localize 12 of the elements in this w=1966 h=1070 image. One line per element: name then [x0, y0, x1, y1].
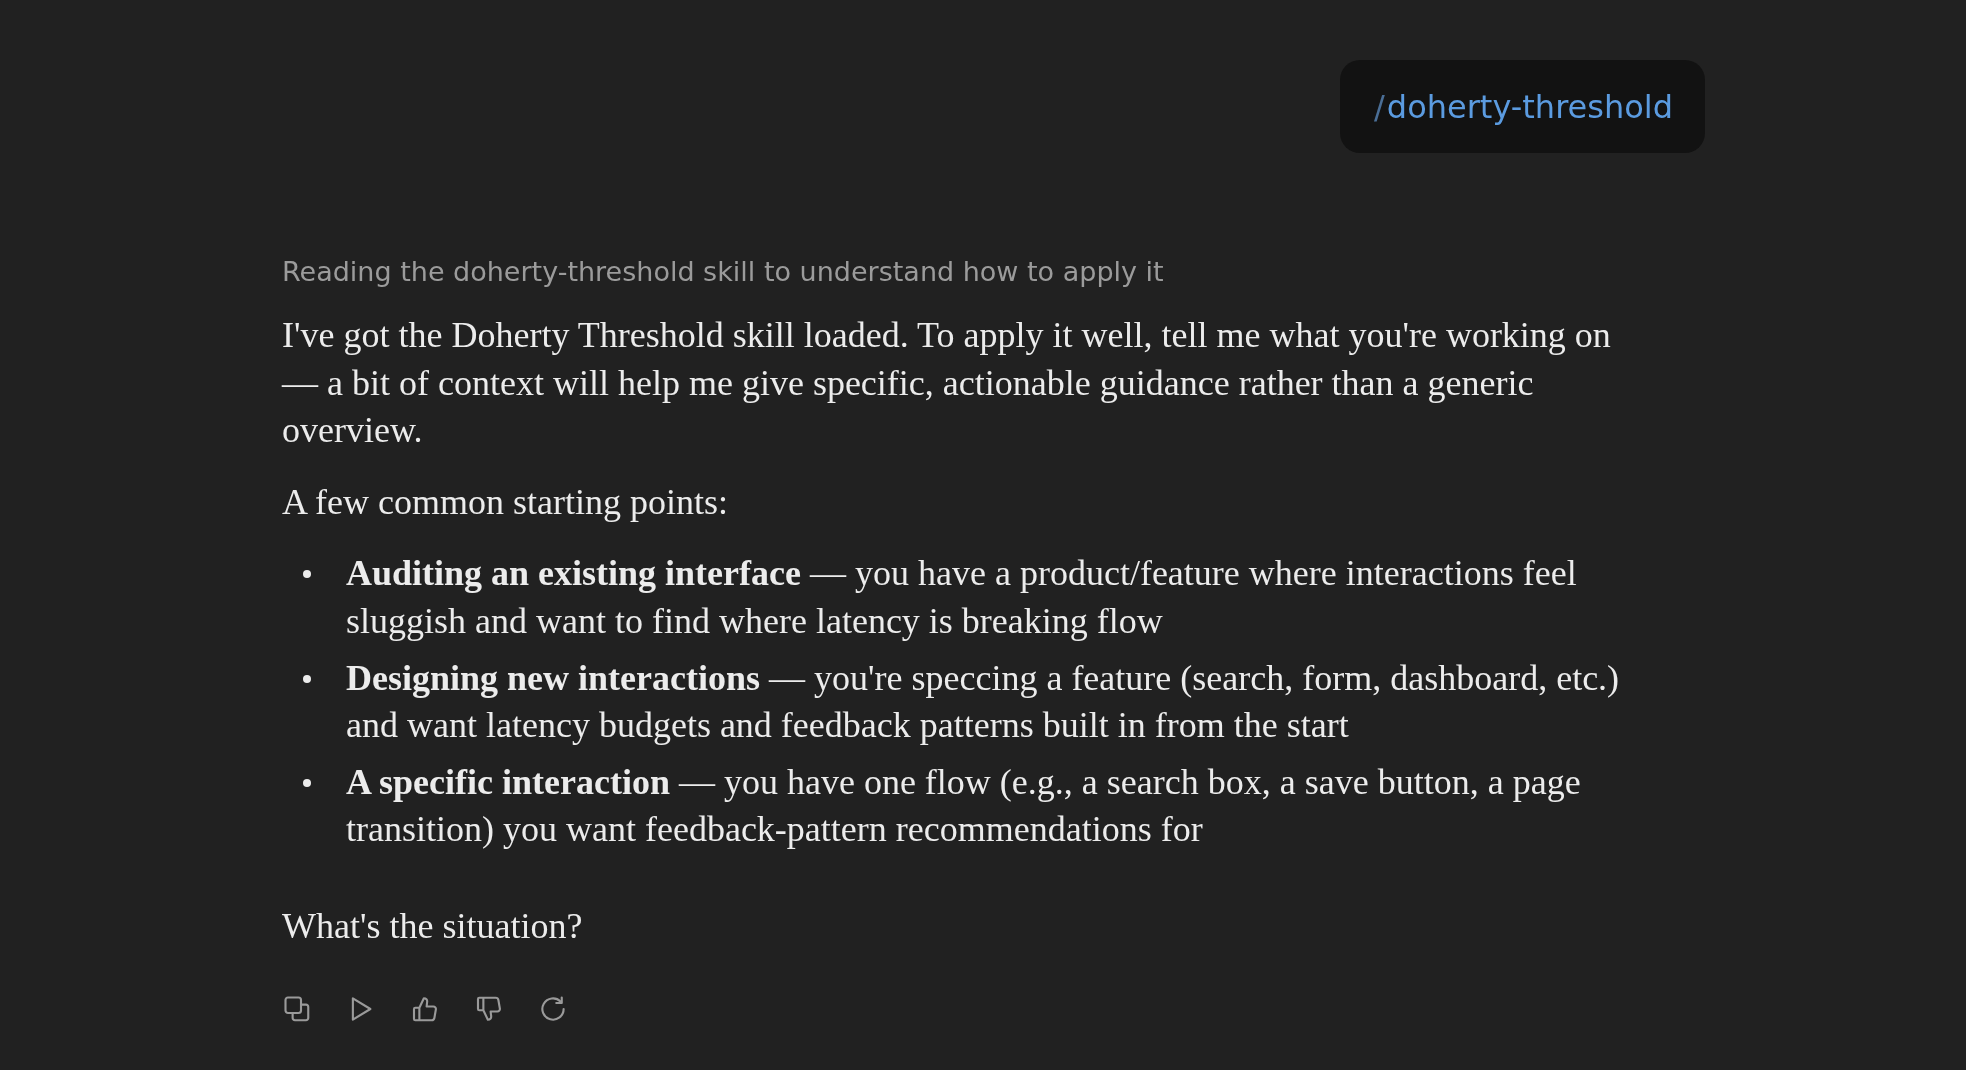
message-paragraph: What's the situation? — [282, 904, 584, 948]
status-text: Reading the doherty-threshold skill to understand how to apply it — [282, 255, 1164, 289]
copy-icon — [282, 993, 312, 1024]
list-item-text: Auditing an existing interface — you have a product/feature where interactions feel sluggish and want to find where latency is breaking flow — [346, 552, 1578, 643]
message-paragraph: I've got the Doherty Threshold skill loaded. To apply it well, tell me what you're working on — a bit of context will help me give specific, actionable guidance rather than a generic overview. — [282, 314, 1612, 453]
message-paragraph: A few common starting points: — [282, 480, 729, 524]
bullet-icon — [303, 570, 311, 579]
bullet-icon — [303, 778, 311, 787]
list-item-text: A specific interaction — you have one flow (e.g., a search box, a save button, a page transition) you want feedback-pattern recommendations for — [346, 760, 1582, 852]
list-item-text: Designing new interactions — you're speccing a feature (search, form, dashboard, etc.) and want latency budgets and feedback patterns built in from the start — [346, 656, 1621, 748]
bullet-icon — [303, 674, 311, 683]
slash-command: /doherty-threshold — [1374, 87, 1673, 126]
